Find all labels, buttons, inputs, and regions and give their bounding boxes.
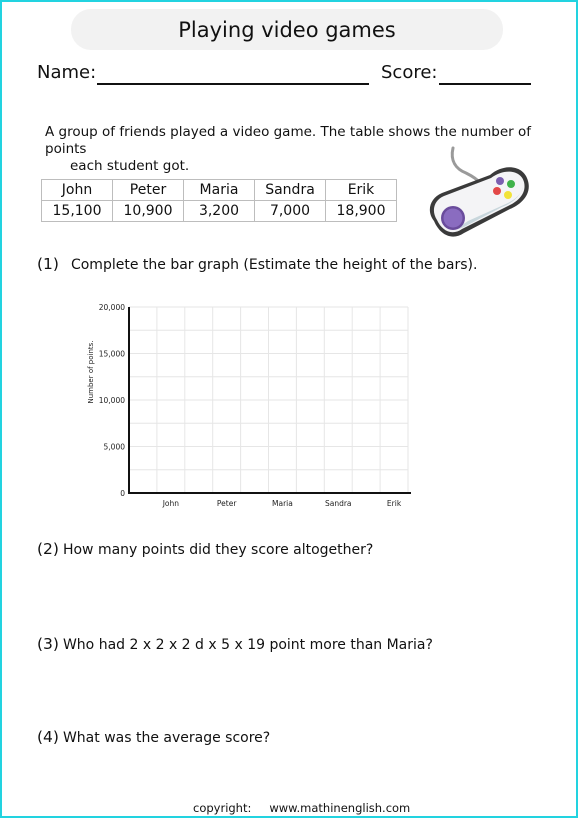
scores-table: John Peter Maria Sandra Erik 15,100 10,9… [41,179,397,222]
table-cell: 18,900 [325,200,397,222]
gamepad-icon [429,146,529,237]
question-1: (1) Complete the bar graph (Estimate the … [37,255,477,273]
question-number: (2) [37,540,59,558]
copyright-label: copyright: [193,801,252,815]
page-border [0,0,578,818]
table-cell: Erik [325,179,397,201]
table-cell: Peter [112,179,184,201]
score-label: Score: [381,62,438,83]
website-link[interactable]: www.mathinenglish.com [269,801,410,815]
question-4: (4) What was the average score? [37,728,270,746]
table-cell: John [41,179,113,201]
question-number: (1) [37,255,59,273]
table-cell: 3,200 [183,200,255,222]
question-number: (3) [37,635,59,653]
question-text: What was the average score? [62,730,271,746]
footer: copyright: www.mathinenglish.com [193,801,410,815]
question-text: Complete the bar graph (Estimate the hei… [70,257,478,273]
question-text: Who had 2 x 2 x 2 d x 5 x 19 point more … [62,637,433,653]
question-number: (4) [37,728,59,746]
table-cell: Sandra [254,179,326,201]
table-cell: 7,000 [254,200,326,222]
table-values-row: 15,100 10,900 3,200 7,000 18,900 [41,200,397,222]
name-field[interactable] [97,83,369,85]
question-3: (3) Who had 2 x 2 x 2 d x 5 x 19 point mo… [37,635,433,653]
question-text: How many points did they score altogethe… [62,542,374,558]
worksheet-title: Playing video games [71,9,503,50]
table-header-row: John Peter Maria Sandra Erik [41,179,397,201]
table-cell: 15,100 [41,200,113,222]
table-cell: Maria [183,179,255,201]
name-label: Name: [37,62,97,83]
question-2: (2) How many points did they score altoge… [37,540,373,558]
score-field[interactable] [439,83,531,85]
title-text: Playing video games [178,17,396,42]
table-cell: 10,900 [112,200,184,222]
